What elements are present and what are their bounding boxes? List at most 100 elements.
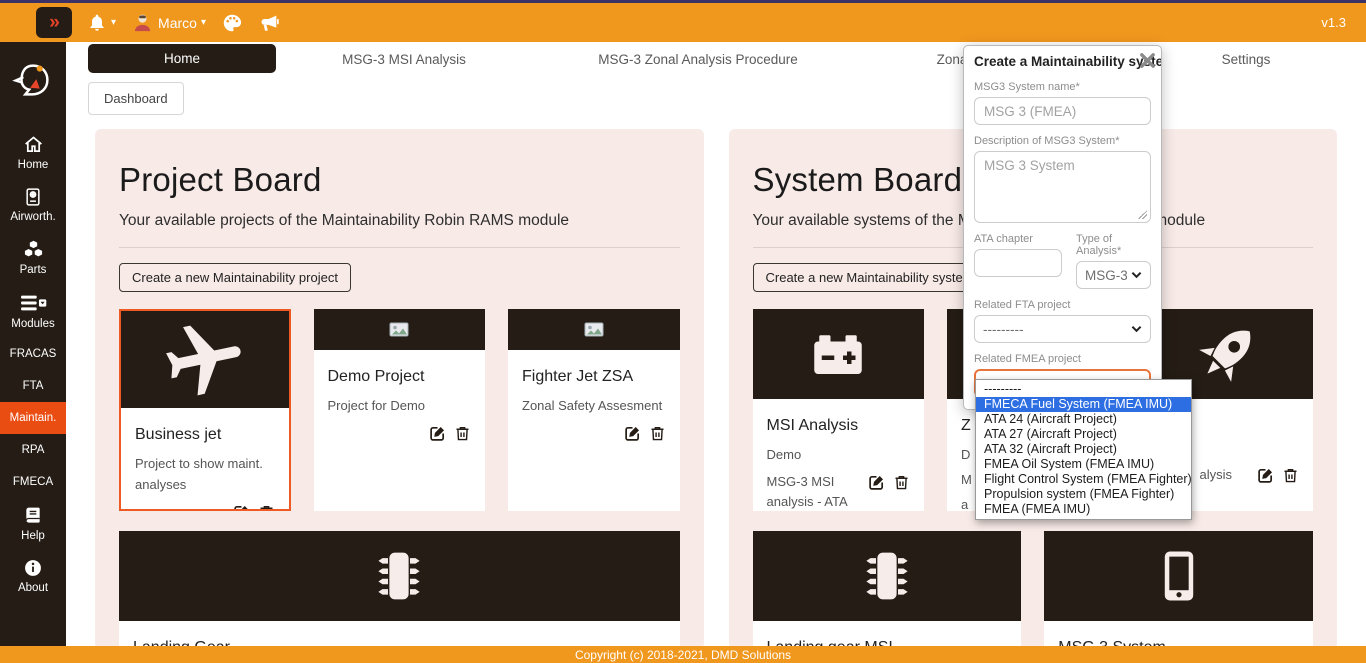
microchip-icon xyxy=(854,543,920,609)
related-fta-select[interactable]: --------- xyxy=(974,315,1151,343)
card-title: MSG 3 System xyxy=(1058,639,1299,646)
ata-chapter-label: ATA chapter xyxy=(974,233,1062,245)
system-name-input[interactable] xyxy=(974,97,1151,125)
tab-msg3-msi-analysis[interactable]: MSG-3 MSI Analysis xyxy=(342,52,466,67)
rocket-icon xyxy=(1192,319,1262,389)
fmea-project-dropdown-list: --------- FMECA Fuel System (FMEA IMU) A… xyxy=(975,379,1192,520)
tab-settings[interactable]: Settings xyxy=(1222,52,1271,67)
system-card-landing-gear-msi[interactable]: Landing gear MSI MSI xyxy=(753,531,1022,646)
announcements-button[interactable] xyxy=(258,12,280,34)
create-system-button[interactable]: Create a new Maintainability system xyxy=(753,263,987,292)
tab-msg3-zonal-analysis-procedure[interactable]: MSG-3 Zonal Analysis Procedure xyxy=(598,52,798,67)
dropdown-option[interactable]: Flight Control System (FMEA Fighter) xyxy=(976,472,1191,487)
card-image xyxy=(119,531,680,621)
dropdown-option[interactable]: FMEA (FMEA IMU) xyxy=(976,502,1191,517)
system-card-msg3-system[interactable]: MSG 3 System This is an MSG3 System xyxy=(1044,531,1313,646)
broken-image-icon xyxy=(584,322,604,338)
close-icon[interactable] xyxy=(1137,50,1158,71)
edit-icon[interactable] xyxy=(868,474,885,491)
chevron-down-icon xyxy=(1131,271,1142,279)
theme-button[interactable] xyxy=(221,12,243,34)
card-description: Demo xyxy=(767,445,911,466)
dropdown-option-highlighted[interactable]: FMECA Fuel System (FMEA IMU) xyxy=(976,397,1191,412)
dropdown-option[interactable]: ATA 32 (Aircraft Project) xyxy=(976,442,1191,457)
delete-icon[interactable] xyxy=(258,504,275,511)
analysis-type-select[interactable]: MSG-3 MS xyxy=(1076,261,1151,289)
delete-icon[interactable] xyxy=(649,425,666,442)
edit-icon[interactable] xyxy=(624,425,641,442)
sidebar-toggle-button[interactable]: » xyxy=(36,7,72,38)
sidebar-item-fmeca[interactable]: FMECA xyxy=(0,466,66,498)
card-title: Business jet xyxy=(135,426,275,444)
delete-icon[interactable] xyxy=(454,425,471,442)
related-fta-label: Related FTA project xyxy=(974,299,1151,311)
sidebar-item-airworthiness[interactable]: Airworth. xyxy=(0,179,66,231)
card-image xyxy=(753,531,1022,621)
project-board: Project Board Your available projects of… xyxy=(95,129,704,646)
card-description: Project to show maint. analyses xyxy=(135,454,275,496)
system-description-textarea[interactable] xyxy=(974,151,1151,223)
divider xyxy=(119,247,680,248)
card-image xyxy=(753,309,925,399)
project-card-landing-gear[interactable]: Landing Gear Landing Gear project xyxy=(119,531,680,646)
tablet-icon xyxy=(1148,545,1210,607)
card-text-fragment: alysis xyxy=(1200,467,1233,482)
card-image xyxy=(1044,531,1313,621)
card-title: Fighter Jet ZSA xyxy=(522,368,666,386)
project-card-business-jet[interactable]: Business jet Project to show maint. anal… xyxy=(119,309,291,511)
dropdown-option[interactable]: Propulsion system (FMEA Fighter) xyxy=(976,487,1191,502)
edit-icon[interactable] xyxy=(1257,467,1274,484)
create-system-dialog: Create a Maintainability system MSG3 Sys… xyxy=(963,45,1162,410)
chevron-down-icon: ▾ xyxy=(201,18,206,28)
analysis-type-label: Type of Analysis* xyxy=(1076,233,1151,257)
tab-home[interactable]: Home xyxy=(88,44,276,73)
megaphone-icon xyxy=(258,12,280,34)
sidebar-item-home[interactable]: Home xyxy=(0,126,66,179)
resize-handle-icon[interactable] xyxy=(1138,210,1147,219)
user-menu[interactable]: Marco ▾ xyxy=(131,11,206,34)
chevron-down-icon: ▾ xyxy=(111,18,116,28)
card-description: Zonal Safety Assesment xyxy=(522,396,666,417)
copyright-text: Copyright (c) 2018-2021, DMD Solutions xyxy=(575,648,791,662)
notifications-menu[interactable]: ▾ xyxy=(87,13,116,33)
sidebar-item-about[interactable]: About xyxy=(0,550,66,602)
delete-icon[interactable] xyxy=(893,474,910,491)
tab-dashboard[interactable]: Dashboard xyxy=(88,82,184,115)
edit-icon[interactable] xyxy=(233,504,250,511)
sidebar-item-fta[interactable]: FTA xyxy=(0,370,66,402)
dropdown-option[interactable]: FMEA Oil System (FMEA IMU) xyxy=(976,457,1191,472)
sidebar-item-modules[interactable]: Modules xyxy=(0,284,66,338)
card-image xyxy=(314,309,486,350)
sidebar-item-fracas[interactable]: FRACAS xyxy=(0,338,66,370)
project-cards-row2: Landing Gear Landing Gear project xyxy=(119,531,680,646)
project-card-demo[interactable]: Demo Project Project for Demo xyxy=(314,309,486,511)
card-image xyxy=(508,309,680,350)
dropdown-option[interactable]: --------- xyxy=(976,382,1191,397)
card-title: MSI Analysis xyxy=(767,417,911,435)
project-card-fighter-jet-zsa[interactable]: Fighter Jet ZSA Zonal Safety Assesment xyxy=(508,309,680,511)
sidebar-item-maintainability[interactable]: Maintain. xyxy=(0,402,66,434)
home-icon xyxy=(23,134,44,155)
broken-image-icon xyxy=(389,322,409,338)
dropdown-option[interactable]: ATA 24 (Aircraft Project) xyxy=(976,412,1191,427)
ata-chapter-input[interactable] xyxy=(974,249,1062,277)
battery-icon xyxy=(806,324,870,384)
passport-icon xyxy=(23,187,43,207)
project-board-subtitle: Your available projects of the Maintaina… xyxy=(119,212,680,230)
sidebar-item-parts[interactable]: Parts xyxy=(0,231,66,284)
sidebar-item-rpa[interactable]: RPA xyxy=(0,434,66,466)
related-fmea-label: Related FMEA project xyxy=(974,353,1151,365)
create-project-button[interactable]: Create a new Maintainability project xyxy=(119,263,351,292)
project-board-title: Project Board xyxy=(119,161,680,199)
sidebar-item-help[interactable]: Help xyxy=(0,498,66,550)
top-nav: Home MSG-3 MSI Analysis MSG-3 Zonal Anal… xyxy=(66,42,1366,76)
bell-icon xyxy=(87,13,107,33)
card-analysis-label: MSG-3 MSI analysis - ATA 27 xyxy=(767,472,863,511)
main-content: Home MSG-3 MSI Analysis MSG-3 Zonal Anal… xyxy=(66,42,1366,646)
edit-icon[interactable] xyxy=(429,425,446,442)
system-card-msi-analysis[interactable]: MSI Analysis Demo MSG-3 MSI analysis - A… xyxy=(753,309,925,511)
dropdown-option[interactable]: ATA 27 (Aircraft Project) xyxy=(976,427,1191,442)
book-icon xyxy=(23,506,43,526)
delete-icon[interactable] xyxy=(1282,467,1299,484)
dialog-title: Create a Maintainability system xyxy=(964,46,1161,71)
